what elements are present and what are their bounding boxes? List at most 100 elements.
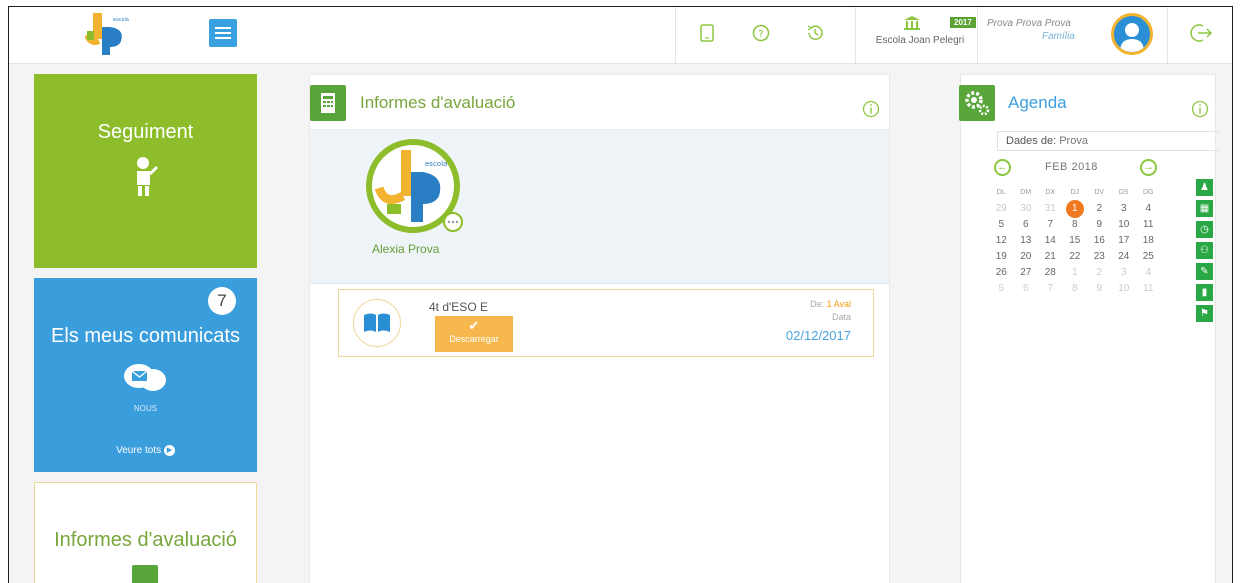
user-role: Família	[1042, 31, 1075, 42]
calendar-day[interactable]: 6	[1014, 281, 1039, 297]
calendar-week: 29 30 31 1 2 3 4	[989, 200, 1161, 218]
see-all-link[interactable]: Veure tots ▶	[34, 445, 257, 456]
weekday-label: DV	[1094, 189, 1105, 196]
weekday-row: DL DM DX DJ DV DS DG	[989, 185, 1161, 201]
comunicats-title: Els meus comunicats	[51, 325, 240, 347]
panel-title: Informes d'avaluació	[360, 93, 516, 112]
calendar-day[interactable]: 9	[1087, 281, 1112, 297]
calendar-day[interactable]: 7	[1038, 217, 1063, 233]
calendar-day[interactable]: 2	[1087, 201, 1112, 217]
calendar-day[interactable]: 5	[989, 281, 1014, 297]
header-divider	[675, 7, 676, 63]
calendar-day[interactable]: 18	[1136, 233, 1161, 249]
calendar-day[interactable]: 12	[989, 233, 1014, 249]
calendar-day[interactable]: 23	[1087, 249, 1112, 265]
header-divider	[1167, 7, 1168, 63]
next-month-icon[interactable]: →	[1140, 159, 1157, 176]
calendar-day-today[interactable]: 1	[1063, 200, 1088, 218]
calendar-day[interactable]: 10	[1112, 281, 1137, 297]
pencil-icon[interactable]: ✎	[1196, 263, 1213, 280]
calendar-week: 19 20 21 22 23 24 25	[989, 249, 1161, 265]
history-icon[interactable]	[805, 23, 825, 43]
header-divider	[977, 7, 978, 63]
calendar-day[interactable]: 29	[989, 201, 1014, 217]
calendar-day[interactable]: 9	[1087, 217, 1112, 233]
calendar-header: ← FEB 2018 →	[990, 159, 1160, 179]
see-all-label: Veure tots	[116, 445, 162, 457]
weekday-label: DG	[1143, 189, 1154, 196]
help-icon[interactable]: ?	[751, 23, 771, 43]
weekday-label: DJ	[1070, 189, 1080, 196]
calendar-day[interactable]: 6	[1014, 217, 1039, 233]
download-button[interactable]: ✔ Descarregar	[435, 316, 513, 352]
calendar-day[interactable]: 1	[1063, 265, 1088, 281]
group-icon[interactable]: ⚇	[1196, 242, 1213, 259]
de-value: 1 Aval	[826, 299, 851, 309]
report-card[interactable]: 4t d'ESO E ✔ Descarregar De: 1 Aval Data…	[338, 289, 874, 357]
comunicats-tile[interactable]: 7 Els meus comunicats NOUS Veure tots ▶	[34, 278, 257, 472]
calendar-day[interactable]: 13	[1014, 233, 1039, 249]
app-logo[interactable]: escola	[84, 11, 129, 57]
avatar[interactable]	[1111, 13, 1153, 55]
calendar-day[interactable]: 11	[1136, 281, 1161, 297]
chart-icon[interactable]: ▮	[1196, 284, 1213, 301]
calendar-day[interactable]: 16	[1087, 233, 1112, 249]
informes-tile[interactable]: Informes d'avaluació	[34, 482, 257, 583]
calendar-day[interactable]: 26	[989, 265, 1014, 281]
user-info[interactable]: Prova Prova Prova Família	[987, 18, 1097, 42]
de-prefix: De:	[810, 299, 825, 309]
calendar-day[interactable]: 14	[1038, 233, 1063, 249]
calendar-day[interactable]: 31	[1038, 201, 1063, 217]
calendar-day[interactable]: 8	[1063, 281, 1088, 297]
menu-toggle-button[interactable]	[209, 19, 237, 47]
calendar-day[interactable]: 20	[1014, 249, 1039, 265]
tablet-icon[interactable]	[697, 23, 717, 43]
info-icon[interactable]	[862, 100, 880, 118]
calendar-day[interactable]: 28	[1038, 265, 1063, 281]
svg-text:escola: escola	[425, 160, 447, 168]
calendar-week: 26 27 28 1 2 3 4	[989, 265, 1161, 281]
student-avatar[interactable]: escola	[365, 138, 465, 238]
calendar-day[interactable]: 8	[1063, 217, 1088, 233]
informes-panel: Informes d'avaluació escola Alexia Prova…	[309, 74, 890, 583]
app-frame: escola ? Escola Joan Pelegri 2017 Prova …	[8, 6, 1233, 583]
comunicats-status: NOUS	[133, 404, 158, 413]
clock-icon[interactable]: ◷	[1196, 221, 1213, 238]
calendar-icon[interactable]: ▦	[1196, 200, 1213, 217]
calendar-day[interactable]: 3	[1112, 201, 1137, 217]
dades-selector[interactable]: Dades de: Prova	[997, 131, 1219, 151]
person-icon[interactable]: ♟	[1196, 179, 1213, 196]
calendar-day[interactable]: 17	[1112, 233, 1137, 249]
seguiment-tile[interactable]: Seguiment	[34, 74, 257, 268]
calendar-day[interactable]: 21	[1038, 249, 1063, 265]
calendar-grid: DL DM DX DJ DV DS DG 29 30 31 1 2 3 4 5 6 7 8 9 10 11 12 13 14 1…	[989, 185, 1161, 297]
school-name: Escola Joan Pelegri	[875, 35, 965, 46]
date-label: Data	[831, 312, 851, 322]
calendar-day[interactable]: 30	[1014, 201, 1039, 217]
calendar-day[interactable]: 5	[989, 217, 1014, 233]
calendar-day[interactable]: 27	[1014, 265, 1039, 281]
calendar-day[interactable]: 25	[1136, 249, 1161, 265]
prev-month-icon[interactable]: ←	[994, 159, 1011, 176]
flag-icon[interactable]: ⚑	[1196, 305, 1213, 322]
check-icon: ✔	[468, 318, 480, 333]
calendar-day[interactable]: 4	[1136, 201, 1161, 217]
calendar-day[interactable]: 4	[1136, 265, 1161, 281]
calendar-day[interactable]: 22	[1063, 249, 1088, 265]
top-header: escola ? Escola Joan Pelegri 2017 Prova …	[9, 7, 1232, 64]
calendar-day[interactable]: 11	[1136, 217, 1161, 233]
info-icon[interactable]	[1191, 100, 1209, 118]
calendar-day[interactable]: 7	[1038, 281, 1063, 297]
calendar-day[interactable]: 24	[1112, 249, 1137, 265]
calendar-day[interactable]: 15	[1063, 233, 1088, 249]
calendar-day[interactable]: 3	[1112, 265, 1137, 281]
report-sheet-icon	[132, 565, 158, 583]
unread-count-badge: 7	[208, 287, 236, 315]
gears-icon	[959, 85, 995, 121]
calendar-week: 5 6 7 8 9 10 11	[989, 217, 1161, 233]
calendar-day[interactable]: 2	[1087, 265, 1112, 281]
calendar-day[interactable]: 10	[1112, 217, 1137, 233]
logout-icon[interactable]	[1189, 21, 1213, 45]
calendar-day[interactable]: 19	[989, 249, 1014, 265]
student-name[interactable]: Alexia Prova	[372, 242, 439, 256]
